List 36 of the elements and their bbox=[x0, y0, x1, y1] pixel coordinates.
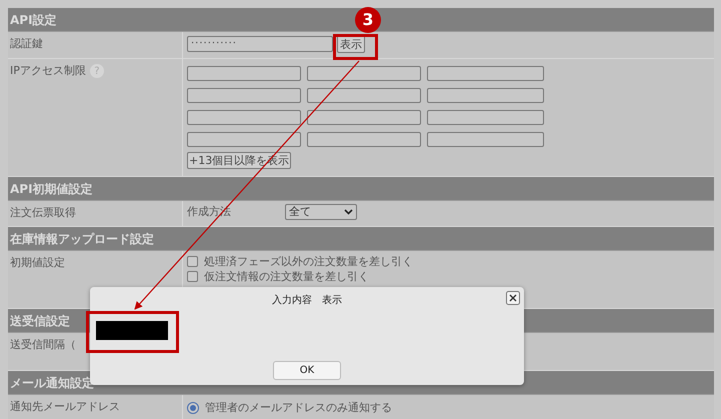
dialog-title: 入力内容 表示 bbox=[271, 294, 343, 308]
field-label: 通知先メールアドレス bbox=[10, 399, 120, 415]
field-label: IPアクセス制限 bbox=[10, 63, 86, 79]
checkbox-label: 仮注文情報の注文数量を差し引く bbox=[204, 269, 369, 284]
radio-button[interactable] bbox=[187, 402, 199, 414]
section-title: API初期値設定 bbox=[10, 180, 93, 198]
ip-input-field[interactable] bbox=[307, 88, 421, 103]
field-label: 認証鍵 bbox=[10, 36, 43, 52]
ip-input-field[interactable] bbox=[187, 88, 301, 103]
field-label: 注文伝票取得 bbox=[10, 205, 76, 221]
ip-input-field[interactable] bbox=[307, 66, 421, 81]
redacted-bar bbox=[96, 321, 168, 340]
checkbox[interactable] bbox=[187, 256, 198, 267]
field-label: 送受信間隔（ bbox=[10, 337, 76, 353]
section-title: API設定 bbox=[10, 12, 57, 28]
section-title: 在庫情報アップロード設定 bbox=[10, 230, 154, 248]
ip-input-field[interactable] bbox=[427, 110, 544, 125]
ip-input-field[interactable] bbox=[187, 66, 301, 81]
ip-input-field[interactable] bbox=[427, 66, 544, 81]
ip-input-field[interactable] bbox=[427, 88, 544, 103]
ip-input-field[interactable] bbox=[427, 132, 544, 147]
ip-input-field[interactable] bbox=[187, 110, 301, 125]
ip-input-field[interactable] bbox=[307, 110, 421, 125]
caret-icon[interactable] bbox=[344, 209, 353, 216]
ip-input-field[interactable] bbox=[307, 132, 421, 147]
method-select[interactable]: 全て bbox=[285, 204, 357, 220]
ip-input-field[interactable] bbox=[187, 132, 301, 147]
password-field[interactable]: ··········· bbox=[187, 36, 333, 52]
checkbox[interactable] bbox=[187, 271, 198, 282]
ok-button[interactable]: OK bbox=[273, 361, 341, 380]
field-label: 初期値設定 bbox=[10, 255, 65, 271]
close-icon[interactable] bbox=[506, 291, 520, 305]
section-title: 送受信設定 bbox=[10, 312, 70, 330]
highlight-frame bbox=[333, 34, 378, 60]
radio-label: 管理者のメールアドレスのみ通知する bbox=[205, 400, 392, 416]
checkbox-label: 処理済フェーズ以外の注文数量を差し引く bbox=[204, 254, 413, 269]
